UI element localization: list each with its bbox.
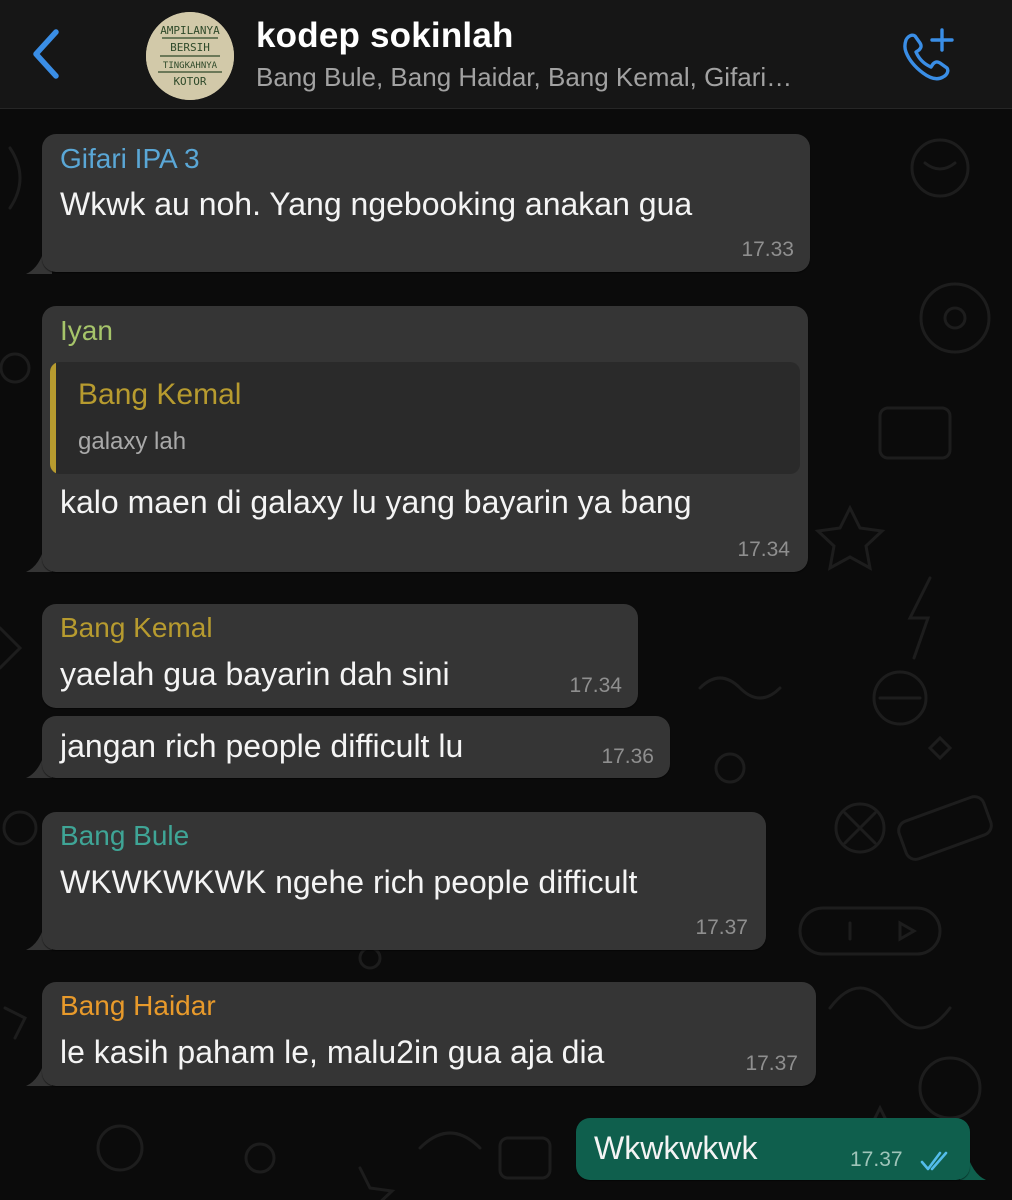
message-text: yaelah gua bayarin dah sini <box>60 656 450 692</box>
message-text: kalo maen di galaxy lu yang bayarin ya b… <box>60 484 692 520</box>
message-time: 17.37 <box>745 1052 798 1075</box>
message-bubble[interactable]: jangan rich people difficult lu 17.36 <box>42 716 670 778</box>
message-time: 17.34 <box>737 538 790 561</box>
avatar-line-1: AMPILANYA <box>160 24 220 37</box>
sender-name[interactable]: Iyan <box>60 315 113 347</box>
group-avatar[interactable]: AMPILANYA BERSIH TINGKAHNYA KOTOR <box>146 12 234 100</box>
sender-name[interactable]: Gifari IPA 3 <box>60 143 200 175</box>
outgoing-message-bubble[interactable]: Wkwkwkwk 17.37 <box>576 1118 970 1180</box>
sender-name[interactable]: Bang Haidar <box>60 990 216 1022</box>
quoted-message[interactable]: Bang Kemal galaxy lah <box>50 362 800 474</box>
message-time: 17.37 <box>850 1148 903 1171</box>
double-check-icon <box>920 1151 948 1171</box>
message-text: WKWKWKWK ngehe rich people difficult <box>60 864 638 900</box>
quote-bar <box>50 362 56 474</box>
chat-members[interactable]: Bang Bule, Bang Haidar, Bang Kemal, Gifa… <box>256 62 792 93</box>
message-bubble[interactable]: Bang Bule WKWKWKWK ngehe rich people dif… <box>42 812 766 950</box>
chat-header: AMPILANYA BERSIH TINGKAHNYA KOTOR kodep … <box>0 0 1012 109</box>
message-time: 17.34 <box>569 674 622 697</box>
add-call-icon[interactable] <box>896 26 956 82</box>
message-bubble[interactable]: Gifari IPA 3 Wkwk au noh. Yang ngebookin… <box>42 134 810 272</box>
avatar-line-2: BERSIH <box>170 41 210 54</box>
message-text: le kasih paham le, malu2in gua aja dia <box>60 1034 605 1070</box>
quoted-sender: Bang Kemal <box>78 378 242 411</box>
message-bubble[interactable]: Bang Kemal yaelah gua bayarin dah sini 1… <box>42 604 638 708</box>
message-text: jangan rich people difficult lu <box>60 728 464 764</box>
message-time: 17.33 <box>741 238 794 261</box>
message-text: Wkwk au noh. Yang ngebooking anakan gua <box>60 186 693 222</box>
message-bubble[interactable]: Iyan Bang Kemal galaxy lah kalo maen di … <box>42 306 808 572</box>
sender-name[interactable]: Bang Kemal <box>60 612 213 644</box>
avatar-line-3: TINGKAHNYA <box>163 61 218 71</box>
sender-name[interactable]: Bang Bule <box>60 820 189 852</box>
avatar-line-4: KOTOR <box>173 75 206 88</box>
group-avatar-image: AMPILANYA BERSIH TINGKAHNYA KOTOR <box>146 12 234 100</box>
chat-title[interactable]: kodep sokinlah <box>256 16 514 56</box>
message-time: 17.37 <box>695 916 748 939</box>
quoted-text: galaxy lah <box>78 428 187 455</box>
message-bubble[interactable]: Bang Haidar le kasih paham le, malu2in g… <box>42 982 816 1086</box>
message-text: Wkwkwkwk <box>594 1130 758 1166</box>
chevron-left-icon[interactable] <box>26 26 66 82</box>
message-time: 17.36 <box>601 745 654 768</box>
